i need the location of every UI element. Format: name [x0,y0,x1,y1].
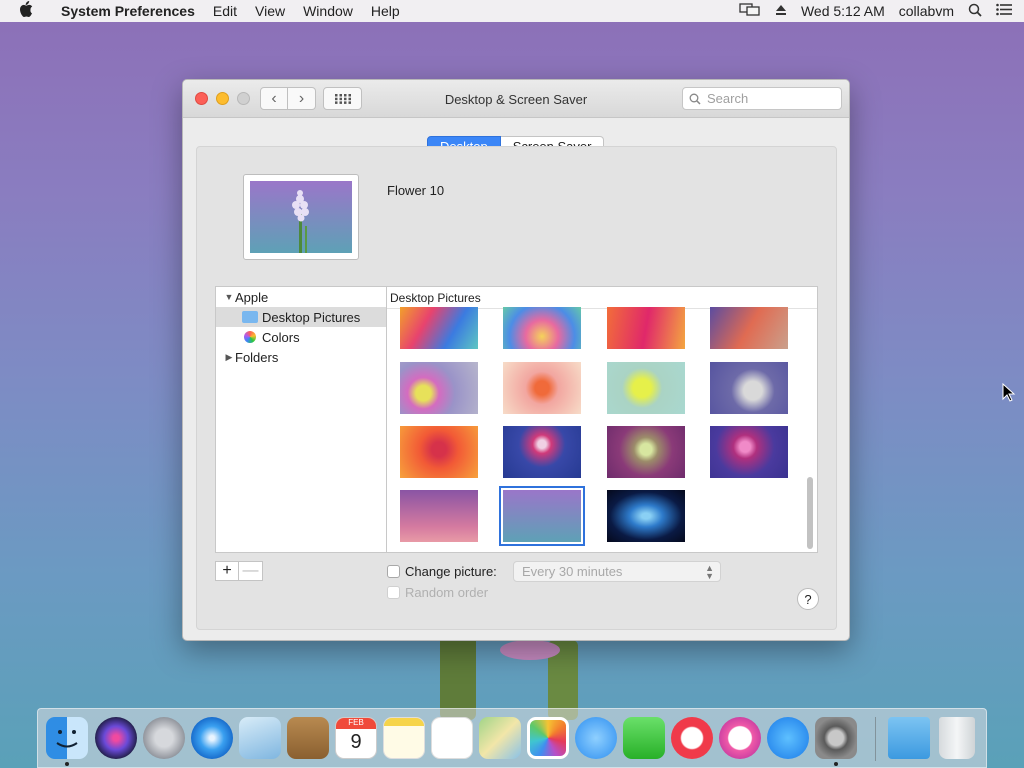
random-order-row[interactable]: Random order [387,585,488,600]
photos-icon[interactable] [527,717,569,759]
display-mirroring-icon[interactable] [739,2,761,20]
title-bar[interactable]: ‹ › Desktop & Screen Saver Search [183,80,849,118]
current-picture-preview [243,174,359,260]
wallpaper-petal [500,640,560,660]
sidebar-item-apple[interactable]: ▼ Apple [216,287,386,307]
menu-bar: System Preferences Edit View Window Help… [0,0,1024,22]
search-icon [689,93,701,105]
messages-icon[interactable] [575,717,617,759]
sidebar-item-label: Apple [235,289,269,305]
mouse-cursor-icon [1002,383,1016,402]
eject-icon[interactable] [775,3,787,19]
sidebar-item-folders[interactable]: ▶ Folders [216,347,386,367]
wallpaper-thumbnail[interactable] [400,307,478,349]
desktop-screensaver-window: ‹ › Desktop & Screen Saver Search Deskto… [182,79,850,641]
sidebar-item-label: Folders [235,349,279,365]
help-button[interactable]: ? [797,588,819,610]
wallpaper-thumbnail[interactable] [710,426,788,478]
interval-select[interactable]: Every 30 minutes ▲ ▼ [513,561,721,582]
wallpaper-thumbnail[interactable] [607,426,685,478]
downloads-icon[interactable] [888,717,930,759]
running-indicator [834,762,838,766]
itunes-icon[interactable] [719,717,761,759]
system-preferences-icon[interactable] [815,717,857,759]
wallpaper-thumbnail[interactable] [503,307,581,349]
menu-clock[interactable]: Wed 5:12 AM [801,3,885,19]
reminders-icon[interactable] [431,717,473,759]
add-folder-button[interactable]: + [215,561,239,581]
random-order-label: Random order [405,585,489,600]
menu-view[interactable]: View [246,3,294,19]
launchpad-icon[interactable] [143,717,185,759]
notes-icon[interactable] [383,717,425,759]
notification-center-icon[interactable] [996,3,1012,19]
wallpaper-thumbnail[interactable] [400,426,478,478]
menu-help[interactable]: Help [362,3,409,19]
search-input[interactable]: Search [682,87,842,110]
wallpaper-thumbnail[interactable] [710,307,788,349]
wallpaper-thumbnail-selected[interactable] [499,486,585,546]
color-wheel-icon [244,331,256,343]
calendar-day: 9 [350,731,362,753]
dock-separator [875,717,876,761]
mail-icon[interactable] [239,717,281,759]
contacts-icon[interactable] [287,717,329,759]
wallpaper-thumbnail[interactable] [607,490,685,542]
calendar-icon[interactable]: FEB 9 [335,717,377,759]
app-store-icon[interactable] [767,717,809,759]
menu-user[interactable]: collabvm [899,3,954,19]
change-picture-row[interactable]: Change picture: [387,564,497,579]
wallpaper-thumbnail[interactable] [503,362,581,414]
disclosure-closed-icon[interactable]: ▶ [223,352,235,363]
sidebar-item-label: Desktop Pictures [262,309,361,325]
apple-menu-icon[interactable] [0,1,52,21]
facetime-icon[interactable] [623,717,665,759]
disclosure-open-icon[interactable]: ▼ [223,292,235,302]
wallpaper-thumbnail[interactable] [400,362,478,414]
wallpaper-thumbnail[interactable] [503,426,581,478]
sidebar-item-desktop-pictures[interactable]: Desktop Pictures [216,307,386,327]
wallpaper-thumbnail[interactable] [607,307,685,349]
wallpaper-thumbnail[interactable] [400,490,478,542]
spotlight-search-icon[interactable] [968,3,982,20]
running-indicator [65,762,69,766]
news-icon[interactable] [671,717,713,759]
updown-arrows-icon: ▲ ▼ [705,563,714,581]
menu-window[interactable]: Window [294,3,362,19]
random-order-checkbox[interactable] [387,586,400,599]
finder-icon[interactable] [46,717,88,759]
trash-icon[interactable] [939,717,975,759]
interval-value: Every 30 minutes [522,564,623,579]
menu-edit[interactable]: Edit [204,3,246,19]
folder-icon [242,311,258,323]
remove-folder-button[interactable]: — [239,561,263,581]
search-placeholder: Search [707,91,749,106]
dock: FEB 9 [37,708,987,768]
picture-gallery: Desktop Pictures [387,286,818,553]
source-list: ▼ Apple Desktop Pictures Colors ▶ Folder… [215,286,387,553]
sidebar-item-label: Colors [262,329,300,345]
wallpaper-stem [440,630,476,720]
gallery-header: Desktop Pictures [387,287,817,309]
maps-icon[interactable] [479,717,521,759]
gallery-scrollbar[interactable] [807,477,813,549]
wallpaper-thumbnail[interactable] [710,362,788,414]
menu-app-name[interactable]: System Preferences [52,3,204,19]
current-picture-name: Flower 10 [387,183,445,198]
sidebar-item-colors[interactable]: Colors [216,327,386,347]
siri-icon[interactable] [95,717,137,759]
wallpaper-thumbnail[interactable] [607,362,685,414]
change-picture-checkbox[interactable] [387,565,400,578]
change-picture-label: Change picture: [405,564,497,579]
safari-icon[interactable] [191,717,233,759]
calendar-month: FEB [336,718,376,729]
